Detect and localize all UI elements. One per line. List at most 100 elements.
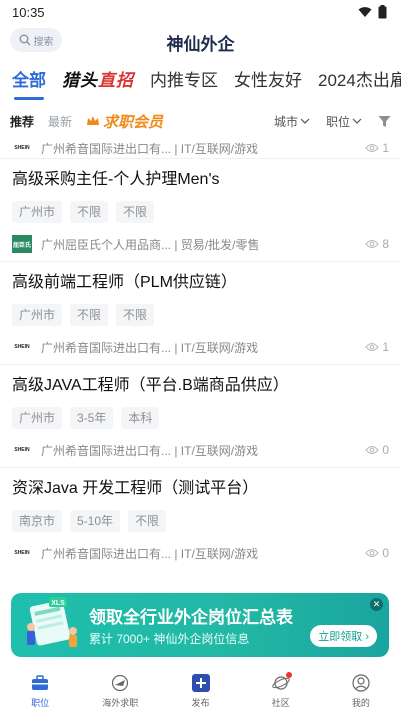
city-label: 城市 <box>273 114 298 129</box>
wifi-icon <box>358 7 372 17</box>
nav-overseas[interactable]: 海外求职 <box>80 668 160 713</box>
company-logo: SHEIN <box>14 550 30 556</box>
vip-label: 求职会员 <box>103 113 164 131</box>
job-tag: 不限 <box>128 510 167 532</box>
job-tag: 不限 <box>70 201 109 223</box>
eye-icon <box>365 143 380 153</box>
nav-post[interactable]: 发布 <box>160 668 240 713</box>
close-icon[interactable]: ✕ <box>370 598 383 611</box>
nav-jobs[interactable]: 职位 <box>0 668 80 713</box>
nav-profile[interactable]: 我的 <box>321 668 401 713</box>
view-number: 0 <box>382 443 389 457</box>
banner-subtitle: 累计 7000+ 神仙外企岗位信息 <box>89 632 250 646</box>
company-row[interactable]: SHEIN 广州希音国际进出口有... | IT/互联网/游戏 1 <box>0 138 401 158</box>
sort-recommend[interactable]: 推荐 <box>10 113 34 130</box>
job-card[interactable]: 高级JAVA工程师（平台.B端商品供应） 广州市 3-5年 本科 SHEIN 广… <box>0 364 401 467</box>
position-label: 职位 <box>325 114 350 129</box>
briefcase-icon <box>30 673 50 693</box>
job-tags: 广州市 不限 不限 <box>12 201 389 223</box>
job-tags: 广州市 不限 不限 <box>12 304 389 326</box>
view-count: 0 <box>365 443 389 457</box>
nav-label: 社区 <box>271 697 290 708</box>
vip-membership-button[interactable]: 求职会员 <box>86 111 163 132</box>
promo-banner[interactable]: XLS 领取全行业外企岗位汇总表 累计 7000+ 神仙外企岗位信息 立即领取 … <box>11 593 389 657</box>
company-row[interactable]: SHEIN 广州希音国际进出口有... | IT/互联网/游戏 1 <box>12 330 389 364</box>
user-icon <box>351 673 371 693</box>
status-time: 10:35 <box>12 4 45 20</box>
eye-icon <box>365 445 380 455</box>
job-title: 资深Java 开发工程师（测试平台） <box>12 480 259 497</box>
right-filters: 城市 职位 <box>274 113 391 130</box>
claim-now-button[interactable]: 立即领取 › <box>310 625 377 647</box>
tab-headhunter-accent: 直招 <box>98 71 134 90</box>
job-tag: 本科 <box>121 407 160 429</box>
company-logo: SHEIN <box>14 344 30 350</box>
company-row[interactable]: SHEIN 广州希音国际进出口有... | IT/互联网/游戏 0 <box>12 433 389 467</box>
status-icons <box>358 5 387 19</box>
xls-label: XLS <box>51 600 65 607</box>
planet-icon <box>271 671 292 693</box>
job-tag: 不限 <box>116 201 155 223</box>
filter-icon[interactable] <box>378 115 391 128</box>
eye-icon <box>365 548 380 558</box>
company-logo: SHEIN <box>14 447 30 453</box>
tab-2024-outstanding[interactable]: 2024杰出雇 <box>318 65 401 101</box>
company-info: 广州希音国际进出口有... | IT/互联网/游戏 <box>41 546 259 561</box>
position-dropdown[interactable]: 职位 <box>326 113 362 130</box>
app-header: 搜索 神仙外企 <box>0 26 401 58</box>
company-row[interactable]: SHEIN 广州希音国际进出口有... | IT/互联网/游戏 0 <box>12 536 389 570</box>
view-number: 1 <box>382 141 389 155</box>
crown-icon <box>87 116 100 125</box>
view-number: 0 <box>382 546 389 560</box>
page-title: 神仙外企 <box>166 35 235 54</box>
sort-latest[interactable]: 最新 <box>48 113 72 130</box>
job-title: 高级JAVA工程师（平台.B端商品供应） <box>12 377 289 394</box>
view-number: 8 <box>382 237 389 251</box>
view-number: 1 <box>382 340 389 354</box>
job-tag: 5-10年 <box>70 510 121 532</box>
chevron-down-icon <box>352 118 362 124</box>
city-dropdown[interactable]: 城市 <box>274 113 310 130</box>
job-tags: 广州市 3-5年 本科 <box>12 407 389 429</box>
banner-title: 领取全行业外企岗位汇总表 <box>89 608 293 627</box>
company-info: 广州希音国际进出口有... | IT/互联网/游戏 <box>41 340 259 355</box>
company-logo: 屈臣氏 <box>12 235 32 253</box>
plane-icon <box>110 673 130 693</box>
view-count: 1 <box>365 340 389 354</box>
job-tag: 不限 <box>116 304 155 326</box>
company-info: 广州希音国际进出口有... | IT/互联网/游戏 <box>41 443 259 458</box>
company-info: 广州屈臣氏个人用品商... | 贸易/批发/零售 <box>41 237 260 252</box>
company-logo: SHEIN <box>14 145 30 151</box>
company-info: 广州希音国际进出口有... | IT/互联网/游戏 <box>41 141 259 156</box>
job-tag: 南京市 <box>12 510 63 532</box>
job-tag: 不限 <box>70 304 109 326</box>
tab-referral[interactable]: 内推专区 <box>150 65 218 101</box>
battery-icon <box>378 5 387 19</box>
tab-all[interactable]: 全部 <box>12 65 46 101</box>
job-card[interactable]: 高级前端工程师（PLM供应链） 广州市 不限 不限 SHEIN 广州希音国际进出… <box>0 261 401 364</box>
view-count: 0 <box>365 546 389 560</box>
view-count: 1 <box>365 141 389 155</box>
job-tags: 南京市 5-10年 不限 <box>12 510 389 532</box>
job-tag: 广州市 <box>12 407 63 429</box>
category-tabs: 全部 猎头直招 内推专区 女性友好 2024杰出雇 <box>0 64 401 102</box>
nav-community[interactable]: 社区 <box>241 668 321 713</box>
job-list: SHEIN 广州希音国际进出口有... | IT/互联网/游戏 1 高级采购主任… <box>0 138 401 670</box>
tab-women-friendly[interactable]: 女性友好 <box>234 65 302 101</box>
eye-icon <box>365 342 380 352</box>
job-tag: 3-5年 <box>70 407 114 429</box>
job-card[interactable]: 资深Java 开发工程师（测试平台） 南京市 5-10年 不限 SHEIN 广州… <box>0 467 401 570</box>
job-tag: 广州市 <box>12 304 63 326</box>
filter-bar: 推荐 最新 求职会员 城市 职位 <box>0 104 401 138</box>
status-bar: 10:35 <box>0 0 401 24</box>
job-card[interactable]: 高级采购主任-个人护理Men's 广州市 不限 不限 屈臣氏 广州屈臣氏个人用品… <box>0 158 401 261</box>
tab-headhunter[interactable]: 猎头直招 <box>62 65 134 101</box>
spreadsheet-illustration: XLS <box>27 597 77 647</box>
bottom-nav: 职位 海外求职 发布 社区 我的 <box>0 668 401 713</box>
job-title: 高级前端工程师（PLM供应链） <box>12 274 237 291</box>
notification-badge <box>285 671 292 678</box>
nav-label: 海外求职 <box>102 697 139 708</box>
nav-label: 发布 <box>191 697 210 708</box>
company-row[interactable]: 屈臣氏 广州屈臣氏个人用品商... | 贸易/批发/零售 8 <box>12 227 389 261</box>
eye-icon <box>365 239 380 249</box>
